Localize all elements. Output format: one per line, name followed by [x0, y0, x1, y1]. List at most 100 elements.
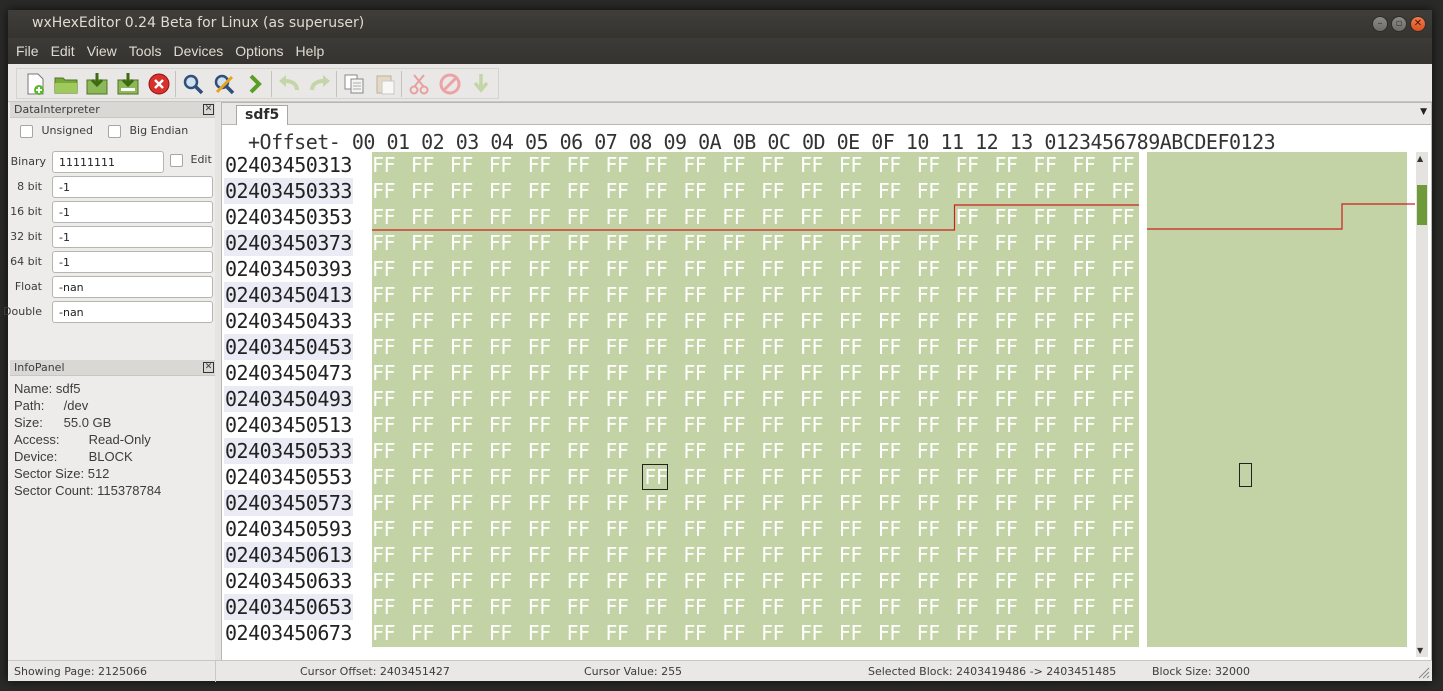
hex-byte[interactable]: FF — [644, 464, 668, 490]
hex-byte[interactable]: FF — [372, 256, 396, 282]
hex-byte[interactable]: FF — [567, 282, 591, 308]
value-float-field[interactable]: -nan — [52, 276, 213, 298]
hex-byte[interactable]: FF — [567, 542, 591, 568]
hex-byte[interactable]: FF — [1033, 516, 1057, 542]
hex-byte[interactable]: FF — [683, 178, 707, 204]
hex-byte[interactable]: FF — [644, 230, 668, 256]
hex-byte[interactable]: FF — [1111, 178, 1135, 204]
hex-byte[interactable]: FF — [800, 230, 824, 256]
hex-byte[interactable]: FF — [372, 360, 396, 386]
hex-byte[interactable]: FF — [917, 308, 941, 334]
hex-byte[interactable]: FF — [411, 308, 435, 334]
hex-byte[interactable]: FF — [761, 308, 785, 334]
hex-byte[interactable]: FF — [956, 516, 980, 542]
hex-byte[interactable]: FF — [372, 230, 396, 256]
hex-byte[interactable]: FF — [528, 516, 552, 542]
hex-byte[interactable]: FF — [372, 464, 396, 490]
hex-byte[interactable]: FF — [450, 386, 474, 412]
hex-byte[interactable]: FF — [1072, 620, 1096, 646]
hex-byte[interactable]: FF — [567, 464, 591, 490]
hex-byte[interactable]: FF — [917, 594, 941, 620]
hex-byte[interactable]: FF — [411, 568, 435, 594]
hex-byte[interactable]: FF — [528, 464, 552, 490]
hex-byte[interactable]: FF — [644, 438, 668, 464]
hex-byte[interactable]: FF — [1111, 386, 1135, 412]
hex-byte[interactable]: FF — [372, 282, 396, 308]
hex-byte[interactable]: FF — [1033, 152, 1057, 178]
hex-byte[interactable]: FF — [683, 282, 707, 308]
hex-byte[interactable]: FF — [450, 152, 474, 178]
hex-byte[interactable]: FF — [1072, 412, 1096, 438]
hex-byte[interactable]: FF — [605, 568, 629, 594]
hex-byte[interactable]: FF — [1033, 334, 1057, 360]
menu-tools[interactable]: Tools — [123, 43, 168, 59]
hex-byte[interactable]: FF — [800, 464, 824, 490]
hex-byte[interactable]: FF — [489, 204, 513, 230]
hex-byte[interactable]: FF — [839, 386, 863, 412]
hex-byte[interactable]: FF — [1111, 464, 1135, 490]
hex-byte[interactable]: FF — [1111, 620, 1135, 646]
find-replace-icon[interactable] — [208, 69, 239, 98]
hex-byte[interactable]: FF — [489, 542, 513, 568]
hex-byte[interactable]: FF — [839, 516, 863, 542]
hex-byte[interactable]: FF — [956, 308, 980, 334]
hex-byte[interactable]: FF — [683, 204, 707, 230]
hex-byte[interactable]: FF — [450, 178, 474, 204]
hex-byte[interactable]: FF — [567, 334, 591, 360]
hex-byte[interactable]: FF — [567, 490, 591, 516]
hex-byte[interactable]: FF — [994, 594, 1018, 620]
hex-byte[interactable]: FF — [917, 152, 941, 178]
hex-byte[interactable]: FF — [683, 334, 707, 360]
hex-byte[interactable]: FF — [683, 386, 707, 412]
hex-byte[interactable]: FF — [1111, 516, 1135, 542]
hex-byte[interactable]: FF — [450, 568, 474, 594]
hex-byte[interactable]: FF — [800, 412, 824, 438]
hex-byte[interactable]: FF — [1111, 308, 1135, 334]
hex-byte[interactable]: FF — [372, 620, 396, 646]
hex-byte[interactable]: FF — [567, 152, 591, 178]
hex-byte[interactable]: FF — [994, 438, 1018, 464]
hex-byte[interactable]: FF — [1033, 282, 1057, 308]
hex-byte[interactable]: FF — [994, 620, 1018, 646]
hex-byte[interactable]: FF — [956, 490, 980, 516]
hex-byte[interactable]: FF — [450, 516, 474, 542]
hex-byte[interactable]: FF — [878, 490, 902, 516]
hex-byte[interactable]: FF — [917, 334, 941, 360]
hex-byte[interactable]: FF — [567, 594, 591, 620]
hex-byte[interactable]: FF — [605, 230, 629, 256]
hex-byte[interactable]: FF — [956, 152, 980, 178]
hex-byte[interactable]: FF — [372, 542, 396, 568]
hex-byte[interactable]: FF — [567, 204, 591, 230]
hex-byte[interactable]: FF — [839, 542, 863, 568]
menu-options[interactable]: Options — [229, 43, 289, 59]
hex-byte[interactable]: FF — [722, 412, 746, 438]
hex-byte[interactable]: FF — [683, 516, 707, 542]
hex-byte[interactable]: FF — [761, 464, 785, 490]
hex-byte[interactable]: FF — [372, 204, 396, 230]
unsigned-checkbox[interactable] — [20, 124, 33, 138]
hex-byte[interactable]: FF — [411, 516, 435, 542]
hex-byte[interactable]: FF — [567, 360, 591, 386]
hex-byte[interactable]: FF — [489, 438, 513, 464]
hex-byte[interactable]: FF — [683, 490, 707, 516]
hex-byte[interactable]: FF — [489, 620, 513, 646]
hex-byte[interactable]: FF — [567, 516, 591, 542]
hex-byte[interactable]: FF — [878, 438, 902, 464]
hex-byte[interactable]: FF — [917, 204, 941, 230]
hex-byte[interactable]: FF — [411, 412, 435, 438]
hex-byte[interactable]: FF — [839, 438, 863, 464]
hex-byte[interactable]: FF — [1033, 178, 1057, 204]
hex-byte[interactable]: FF — [1033, 594, 1057, 620]
copy-icon[interactable] — [338, 69, 369, 98]
value-64bit-field[interactable]: -1 — [52, 251, 213, 273]
hex-byte[interactable]: FF — [994, 282, 1018, 308]
hex-byte[interactable]: FF — [994, 178, 1018, 204]
tab-sdf5[interactable]: sdf5 — [236, 105, 289, 125]
hex-byte[interactable]: FF — [683, 568, 707, 594]
close-icon[interactable]: ✕ — [1410, 16, 1426, 32]
hex-byte[interactable]: FF — [683, 360, 707, 386]
hex-byte[interactable]: FF — [917, 230, 941, 256]
hex-byte[interactable]: FF — [722, 490, 746, 516]
hex-byte[interactable]: FF — [450, 334, 474, 360]
hex-byte[interactable]: FF — [917, 386, 941, 412]
